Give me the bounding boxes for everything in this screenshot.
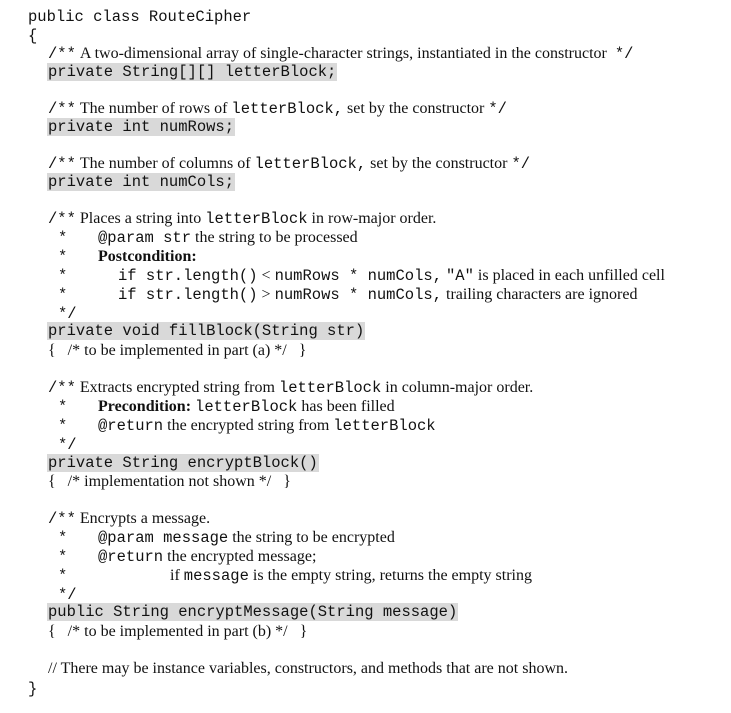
fillblock-condition-long: * if str.length() > numRows * numCols, t…	[58, 286, 638, 304]
class-open-brace: {	[28, 27, 38, 45]
encryptmessage-empty-case: * if message is the empty string, return…	[58, 567, 532, 585]
class-header: public class RouteCipher	[28, 8, 252, 26]
field-numcols-declaration: private int numCols;	[47, 173, 236, 191]
encryptmessage-summary: /** Encrypts a message.	[48, 510, 211, 528]
encryptblock-summary: /** Extracts encrypted string from lette…	[48, 379, 534, 397]
field-numrows-declaration: private int numRows;	[47, 118, 236, 136]
fillblock-param: * @param str the string to be processed	[58, 229, 358, 247]
encryptmessage-param: * @param message the string to be encrypt…	[58, 529, 395, 547]
encryptblock-signature: private String encryptBlock()	[47, 454, 319, 472]
encryptmessage-return: * @return the encrypted message;	[58, 548, 317, 566]
encryptblock-precondition: * Precondition: letterBlock has been fill…	[58, 398, 395, 416]
field-letterblock-comment: /** A two-dimensional array of single-ch…	[48, 45, 634, 63]
fillblock-signature: private void fillBlock(String str)	[47, 322, 366, 340]
fillblock-summary: /** Places a string into letterBlock in …	[48, 210, 437, 228]
encryptblock-comment-close: */	[58, 436, 77, 454]
fillblock-condition-short: * if str.length() < numRows * numCols, "…	[58, 267, 665, 285]
encryptblock-return: * @return the encrypted string from lette…	[58, 417, 436, 435]
footer-comment: // There may be instance variables, cons…	[48, 660, 568, 677]
class-close-brace: }	[28, 680, 38, 698]
field-numcols-comment: /** The number of columns of letterBlock…	[48, 155, 531, 173]
encryptblock-body: { /* implementation not shown */ }	[48, 473, 291, 490]
field-numrows-comment: /** The number of rows of letterBlock, s…	[48, 100, 507, 118]
encryptmessage-body: { /* to be implemented in part (b) */ }	[48, 623, 308, 640]
code-listing: public class RouteCipher { /** A two-dim…	[0, 0, 731, 713]
field-letterblock-declaration: private String[][] letterBlock;	[47, 63, 338, 81]
fillblock-postcondition: * Postcondition:	[58, 248, 197, 266]
fillblock-body: { /* to be implemented in part (a) */ }	[48, 342, 307, 359]
encryptmessage-signature: public String encryptMessage(String mess…	[47, 603, 459, 621]
